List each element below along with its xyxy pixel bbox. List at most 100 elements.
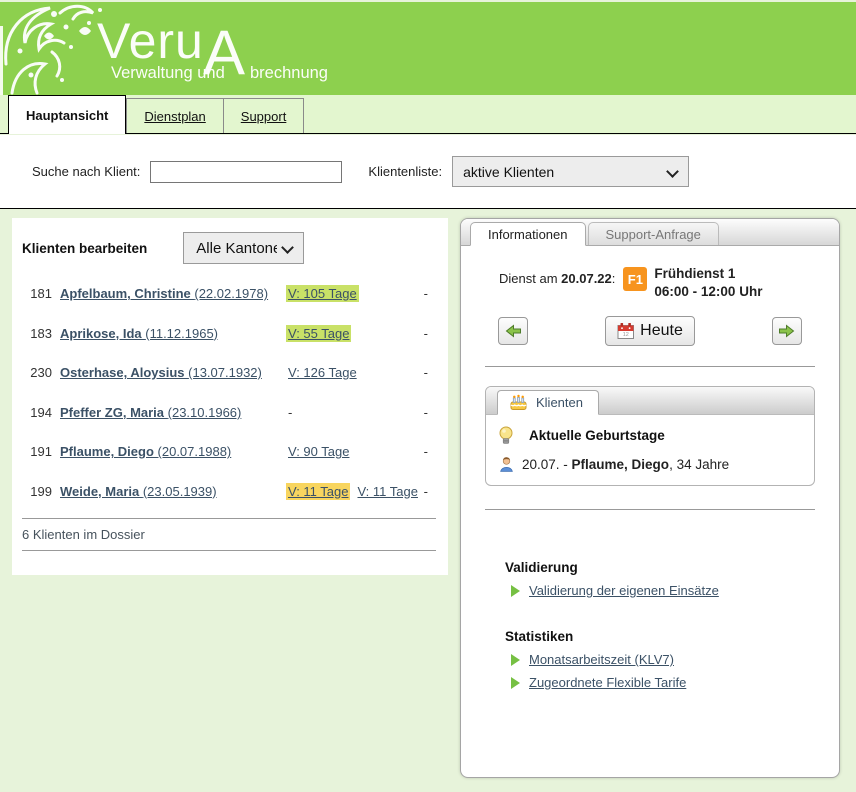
client-dash: - (424, 365, 428, 380)
client-v1-link[interactable]: V: 105 Tage (286, 285, 359, 302)
client-name-link[interactable]: Weide, Maria (60, 484, 143, 499)
duty-date: 20.07.22 (561, 271, 612, 286)
klienten-box-tab[interactable]: Klienten (497, 390, 599, 415)
link-item: Validierung der eigenen Einsätze (511, 583, 839, 598)
search-label: Suche nach Klient: (32, 164, 140, 179)
client-birthdate-link[interactable]: (20.07.1988) (158, 444, 232, 459)
birthday-person-name: Pflaume, Diego (572, 457, 670, 472)
search-input[interactable] (150, 161, 342, 183)
validation-link-0[interactable]: Validierung der eigenen Einsätze (529, 583, 719, 598)
main-tabbar: Hauptansicht Dienstplan Support (0, 95, 856, 134)
clientlist-select[interactable]: aktive Klienten (452, 156, 689, 187)
clientlist-label: Klientenliste: (368, 164, 442, 179)
statistics-heading: Statistiken (505, 629, 839, 644)
tab-informationen-label: Informationen (488, 227, 568, 242)
info-tabbar: Informationen Support-Anfrage (461, 219, 839, 246)
client-row: 181 Apfelbaum, Christine (22.02.1978) V:… (12, 274, 448, 314)
validation-links: Validierung der eigenen Einsätze (505, 583, 839, 598)
client-v2-link[interactable]: V: 11 Tage (355, 483, 419, 500)
arrow-right-icon (778, 323, 795, 339)
tab-informationen[interactable]: Informationen (470, 222, 586, 246)
client-birthdate-link[interactable]: (13.07.1932) (188, 365, 262, 380)
client-id: 181 (12, 286, 52, 301)
client-vacation-cell: V: 126 Tage (286, 364, 359, 381)
client-birthdate-link[interactable]: (11.12.1965) (145, 326, 218, 341)
divider (22, 550, 436, 551)
client-rows: 181 Apfelbaum, Christine (22.02.1978) V:… (12, 274, 448, 511)
client-birthdate-link[interactable]: (23.10.1966) (168, 405, 242, 420)
triangle-bullet-icon (511, 585, 520, 597)
svg-text:12: 12 (623, 332, 629, 338)
client-birthdate-link[interactable]: (23.05.1939) (143, 484, 217, 499)
client-vacation-cell: V: 105 Tage (286, 285, 359, 302)
client-name-link[interactable]: Apfelbaum, Christine (60, 286, 194, 301)
client-name-cell: Apfelbaum, Christine (22.02.1978) (60, 286, 286, 301)
today-button[interactable]: 12 Heute (605, 316, 695, 346)
tab-hauptansicht[interactable]: Hauptansicht (8, 95, 126, 134)
next-day-button[interactable] (772, 317, 802, 345)
client-row: 191 Pflaume, Diego (20.07.1988) V: 90 Ta… (12, 432, 448, 472)
statistics-link-1[interactable]: Zugeordnete Flexible Tarife (529, 675, 686, 690)
duty-label: Dienst am 20.07.22: (499, 271, 615, 286)
duty-line: Dienst am 20.07.22: F1 Frühdienst 1 06:0… (499, 265, 839, 301)
shift-time: 06:00 - 12:00 Uhr (654, 283, 762, 301)
client-v1-link[interactable]: V: 55 Tage (286, 325, 351, 342)
lightbulb-icon (498, 426, 514, 445)
client-v1-link[interactable]: V: 126 Tage (286, 364, 359, 381)
client-id: 194 (12, 405, 52, 420)
client-name-cell: Pfeffer ZG, Maria (23.10.1966) (60, 405, 286, 420)
tab-dienstplan[interactable]: Dienstplan (126, 98, 223, 133)
client-v1-link[interactable]: V: 90 Tage (286, 443, 351, 460)
previous-day-button[interactable] (498, 317, 528, 345)
client-dash: - (424, 484, 428, 499)
clients-panel-header: Klienten bearbeiten Alle Kantone (22, 232, 448, 264)
birthday-heading: Aktuelle Geburtstage (529, 428, 665, 443)
client-dash: - (424, 326, 428, 341)
klienten-box-header: Klienten (486, 387, 814, 415)
tab-support-link[interactable]: Support (241, 109, 287, 124)
client-dash: - (424, 286, 428, 301)
clientlist-select-wrap: aktive Klienten (452, 156, 689, 187)
triangle-bullet-icon (511, 654, 520, 666)
client-row: 199 Weide, Maria (23.05.1939) V: 11 Tage… (12, 472, 448, 512)
client-birthdate-link[interactable]: (22.02.1978) (194, 286, 268, 301)
tab-support-anfrage-label: Support-Anfrage (606, 227, 701, 242)
logo-subtitle-left: Verwaltung und (111, 64, 225, 83)
client-name-link[interactable]: Pfeffer ZG, Maria (60, 405, 168, 420)
duty-info: Frühdienst 1 06:00 - 12:00 Uhr (654, 265, 762, 301)
person-icon (498, 456, 515, 472)
app-header: Veru A Verwaltung und brechnung (0, 2, 856, 95)
date-nav-row: 12 Heute (498, 316, 802, 346)
client-id: 183 (12, 326, 52, 341)
client-dash: - (424, 405, 428, 420)
client-vacation-cell: V: 11 Tage V: 11 Tage (286, 483, 420, 500)
klienten-box-tab-label: Klienten (536, 395, 583, 410)
tab-support[interactable]: Support (224, 98, 305, 133)
statistics-link-0[interactable]: Monatsarbeitszeit (KLV7) (529, 652, 674, 667)
client-v1-link[interactable]: V: 11 Tage (286, 483, 350, 500)
logo-subtitle-right: brechnung (250, 64, 328, 83)
client-id: 199 (12, 484, 52, 499)
statistics-section: Statistiken Monatsarbeitszeit (KLV7) Zug… (505, 629, 839, 690)
statistics-links: Monatsarbeitszeit (KLV7) Zugeordnete Fle… (505, 652, 839, 690)
divider (485, 509, 815, 510)
validation-section: Validierung Validierung der eigenen Eins… (505, 560, 839, 598)
client-name-link[interactable]: Aprikose, Ida (60, 326, 145, 341)
logo-word: Veru (97, 12, 204, 70)
client-name-link[interactable]: Osterhase, Aloysius (60, 365, 188, 380)
shift-name: Frühdienst 1 (654, 265, 762, 283)
search-band: Suche nach Klient: Klientenliste: aktive… (0, 135, 856, 209)
client-name-link[interactable]: Pflaume, Diego (60, 444, 158, 459)
validation-heading: Validierung (505, 560, 839, 575)
client-name-cell: Osterhase, Aloysius (13.07.1932) (60, 365, 286, 380)
triangle-bullet-icon (511, 677, 520, 689)
client-row: 183 Aprikose, Ida (11.12.1965) V: 55 Tag… (12, 314, 448, 354)
client-row: 230 Osterhase, Aloysius (13.07.1932) V: … (12, 353, 448, 393)
client-vacation-cell: V: 90 Tage (286, 443, 351, 460)
tab-dienstplan-link[interactable]: Dienstplan (144, 109, 205, 124)
clients-panel: Klienten bearbeiten Alle Kantone 181 Apf… (12, 218, 448, 575)
client-vacation-cell: V: 55 Tage (286, 325, 351, 342)
tab-support-anfrage[interactable]: Support-Anfrage (588, 222, 719, 245)
client-id: 191 (12, 444, 52, 459)
canton-select[interactable]: Alle Kantone (183, 232, 304, 264)
